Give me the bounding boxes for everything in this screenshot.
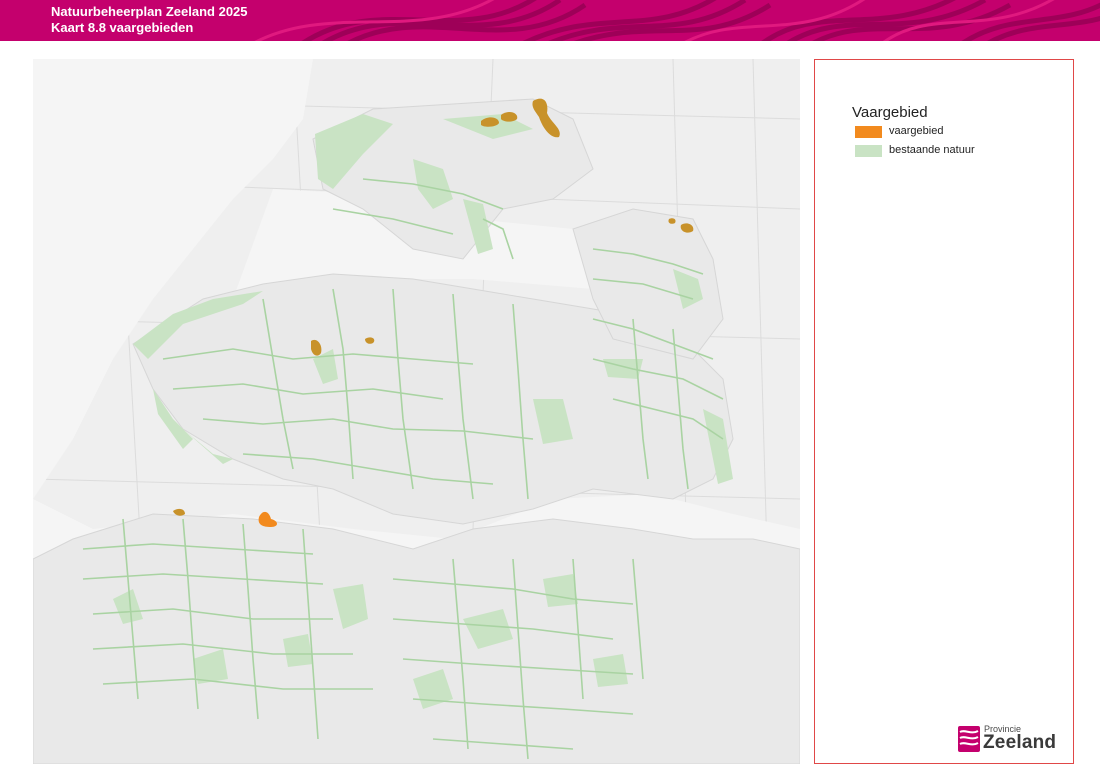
map-subtitle: Kaart 8.8 vaargebieden [51, 20, 194, 35]
vaargebied-east-1 [668, 218, 676, 224]
legend-panel: Vaargebied vaargebied bestaande natuur P… [814, 59, 1074, 764]
legend-label-bestaande-natuur: bestaande natuur [889, 144, 975, 156]
zeeland-logo-mark [958, 726, 980, 752]
header-titles: Natuurbeheerplan Zeeland 2025 Kaart 8.8 … [51, 4, 248, 36]
map-title: Natuurbeheerplan Zeeland 2025 [51, 4, 248, 19]
legend-label-vaargebied: vaargebied [889, 125, 944, 137]
legend-title: Vaargebied [852, 104, 928, 121]
map-canvas [33, 59, 800, 764]
map-view[interactable] [33, 59, 800, 764]
logo-text-zeeland: Zeeland [983, 732, 1057, 753]
legend-swatch-vaargebied [855, 126, 882, 138]
provincie-zeeland-logo: Provincie Zeeland [957, 724, 1067, 756]
header-banner: Natuurbeheerplan Zeeland 2025 Kaart 8.8 … [0, 0, 1100, 41]
legend-swatch-bestaande-natuur [855, 145, 882, 157]
